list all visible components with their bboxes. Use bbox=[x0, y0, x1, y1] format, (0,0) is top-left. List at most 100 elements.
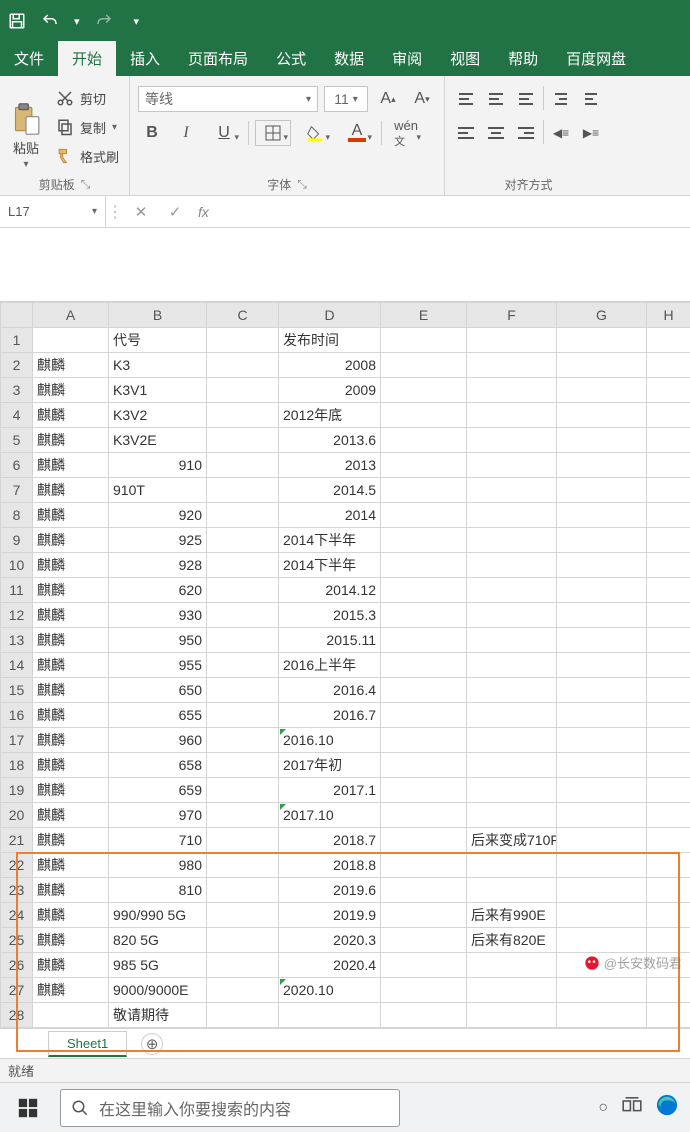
cell[interactable] bbox=[207, 603, 279, 628]
cell[interactable]: 麒麟 bbox=[33, 828, 109, 853]
cell[interactable] bbox=[33, 1003, 109, 1028]
column-header[interactable]: A bbox=[33, 303, 109, 328]
cell[interactable] bbox=[467, 353, 557, 378]
align-center-button[interactable] bbox=[483, 120, 509, 146]
row-header[interactable]: 22 bbox=[1, 853, 33, 878]
cell[interactable] bbox=[381, 528, 467, 553]
row-header[interactable]: 15 bbox=[1, 678, 33, 703]
cell[interactable] bbox=[381, 778, 467, 803]
increase-indent-button[interactable] bbox=[578, 86, 604, 112]
cell[interactable]: 2014.5 bbox=[279, 478, 381, 503]
cell[interactable] bbox=[207, 953, 279, 978]
cell[interactable] bbox=[381, 678, 467, 703]
cell[interactable] bbox=[557, 878, 647, 903]
cell[interactable]: 后来有820E bbox=[467, 928, 557, 953]
cell[interactable]: 970 bbox=[109, 803, 207, 828]
cell[interactable] bbox=[207, 753, 279, 778]
cell[interactable]: 麒麟 bbox=[33, 778, 109, 803]
cell[interactable]: 2012年底 bbox=[279, 403, 381, 428]
font-color-button[interactable]: A bbox=[339, 120, 375, 146]
cell[interactable]: 920 bbox=[109, 503, 207, 528]
tab-data[interactable]: 数据 bbox=[320, 41, 378, 76]
cell[interactable] bbox=[647, 653, 690, 678]
cell[interactable]: 2017.10 bbox=[279, 803, 381, 828]
tab-view[interactable]: 视图 bbox=[436, 41, 494, 76]
cell[interactable]: 2020.3 bbox=[279, 928, 381, 953]
cell[interactable] bbox=[207, 778, 279, 803]
cell[interactable]: 麒麟 bbox=[33, 503, 109, 528]
paste-button[interactable]: 粘贴 ▾ bbox=[6, 82, 46, 172]
cell[interactable] bbox=[467, 603, 557, 628]
cell[interactable]: 后来有990E bbox=[467, 903, 557, 928]
column-header[interactable]: C bbox=[207, 303, 279, 328]
row-header[interactable]: 18 bbox=[1, 753, 33, 778]
cell[interactable] bbox=[467, 428, 557, 453]
row-header[interactable]: 7 bbox=[1, 478, 33, 503]
shrink-font-button[interactable]: A▾ bbox=[408, 86, 436, 112]
column-header[interactable]: E bbox=[381, 303, 467, 328]
cell[interactable]: 2015.3 bbox=[279, 603, 381, 628]
row-header[interactable]: 19 bbox=[1, 778, 33, 803]
cell[interactable] bbox=[557, 753, 647, 778]
undo-icon[interactable] bbox=[40, 12, 60, 30]
tab-insert[interactable]: 插入 bbox=[116, 41, 174, 76]
cell[interactable] bbox=[381, 728, 467, 753]
cell[interactable] bbox=[647, 578, 690, 603]
font-size-select[interactable]: 11▾ bbox=[324, 86, 368, 112]
cell[interactable] bbox=[557, 628, 647, 653]
select-all-corner[interactable] bbox=[1, 303, 33, 328]
cell[interactable]: 2016上半年 bbox=[279, 653, 381, 678]
cell[interactable]: 2020.4 bbox=[279, 953, 381, 978]
cell[interactable] bbox=[647, 378, 690, 403]
cell[interactable] bbox=[279, 1003, 381, 1028]
cell[interactable] bbox=[557, 903, 647, 928]
cell[interactable] bbox=[467, 953, 557, 978]
cell[interactable] bbox=[381, 978, 467, 1003]
align-bottom-button[interactable] bbox=[513, 86, 539, 112]
cell[interactable] bbox=[467, 1003, 557, 1028]
borders-button[interactable] bbox=[255, 120, 291, 146]
cell[interactable]: 后来变成710F、710A bbox=[467, 828, 557, 853]
fill-color-button[interactable] bbox=[297, 120, 333, 146]
row-header[interactable]: 3 bbox=[1, 378, 33, 403]
column-header[interactable]: G bbox=[557, 303, 647, 328]
cell[interactable] bbox=[467, 528, 557, 553]
cell[interactable]: 麒麟 bbox=[33, 928, 109, 953]
cell[interactable] bbox=[647, 478, 690, 503]
cell[interactable]: 2015.11 bbox=[279, 628, 381, 653]
cell[interactable] bbox=[467, 478, 557, 503]
cell[interactable] bbox=[647, 928, 690, 953]
tab-review[interactable]: 审阅 bbox=[378, 41, 436, 76]
cell[interactable]: 985 5G bbox=[109, 953, 207, 978]
tab-home[interactable]: 开始 bbox=[58, 41, 116, 76]
cell[interactable] bbox=[467, 778, 557, 803]
cell[interactable]: 2014 bbox=[279, 503, 381, 528]
cell[interactable] bbox=[207, 503, 279, 528]
edge-icon[interactable] bbox=[656, 1094, 678, 1121]
cell[interactable] bbox=[557, 378, 647, 403]
cell[interactable]: 990/990 5G bbox=[109, 903, 207, 928]
cell[interactable] bbox=[557, 703, 647, 728]
cell[interactable]: 2009 bbox=[279, 378, 381, 403]
row-header[interactable]: 20 bbox=[1, 803, 33, 828]
cell[interactable] bbox=[557, 403, 647, 428]
cell[interactable]: 9000/9000E bbox=[109, 978, 207, 1003]
cell[interactable]: 910T bbox=[109, 478, 207, 503]
row-header[interactable]: 27 bbox=[1, 978, 33, 1003]
cell[interactable] bbox=[207, 403, 279, 428]
row-header[interactable]: 26 bbox=[1, 953, 33, 978]
row-header[interactable]: 17 bbox=[1, 728, 33, 753]
row-header[interactable]: 14 bbox=[1, 653, 33, 678]
cell[interactable] bbox=[381, 603, 467, 628]
cell[interactable]: 麒麟 bbox=[33, 478, 109, 503]
cell[interactable] bbox=[467, 653, 557, 678]
cell[interactable] bbox=[557, 978, 647, 1003]
cell[interactable]: 810 bbox=[109, 878, 207, 903]
tab-file[interactable]: 文件 bbox=[0, 41, 58, 76]
cell[interactable]: 麒麟 bbox=[33, 903, 109, 928]
cell[interactable] bbox=[647, 853, 690, 878]
cell[interactable] bbox=[647, 328, 690, 353]
cell[interactable] bbox=[207, 728, 279, 753]
row-header[interactable]: 28 bbox=[1, 1003, 33, 1028]
cell[interactable]: 2013.6 bbox=[279, 428, 381, 453]
